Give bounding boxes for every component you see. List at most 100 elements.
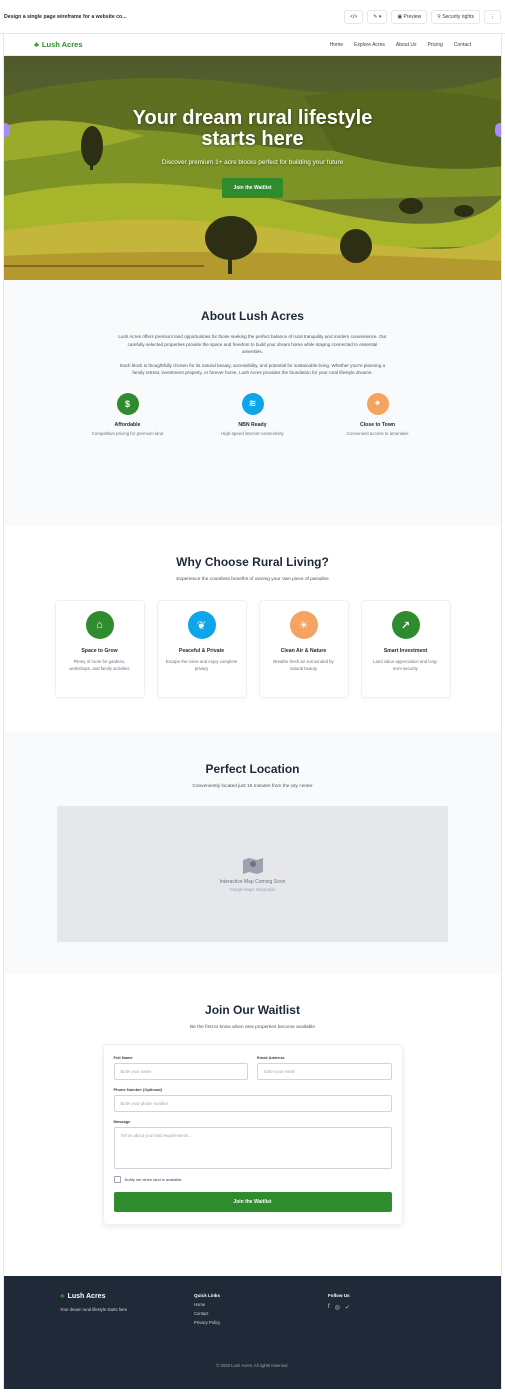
- footer-link-contact[interactable]: Contact: [194, 1311, 328, 1316]
- hero-subtitle: Discover premium 1+ acre blocks perfect …: [161, 159, 344, 166]
- feature-title: NBN Ready: [238, 421, 267, 428]
- waitlist-form: Full Name Enter your name Email Address …: [102, 1044, 403, 1225]
- site-navbar: ♣ Lush Acres Home Explore Acres About Us…: [4, 34, 501, 56]
- feature-close-to-town: ⌖ Close to Town Convenient access to ame…: [318, 392, 438, 436]
- name-input[interactable]: Enter your name: [113, 1063, 248, 1080]
- sun-icon: ☀: [289, 611, 318, 639]
- phone-input[interactable]: Enter your phone number: [113, 1095, 392, 1112]
- nav-link-contact[interactable]: Contact: [454, 42, 471, 48]
- location-pin-icon: ⌖: [366, 392, 389, 415]
- name-label: Full Name: [113, 1055, 133, 1060]
- tree-icon: ♣: [34, 40, 39, 49]
- twitter-icon[interactable]: ✓: [345, 1304, 350, 1311]
- location-title: Perfect Location: [205, 762, 300, 776]
- about-title: About Lush Acres: [201, 309, 304, 323]
- card-title: Peaceful & Private: [178, 648, 225, 654]
- builder-toolbar: Design a single page wireframe for a web…: [0, 0, 505, 34]
- preview-button[interactable]: ▣ Preview: [391, 9, 428, 24]
- hero-title-line1: Your dream rural lifestyle: [132, 107, 373, 129]
- benefit-card-peaceful: ❦ Peaceful & Private Escape the noise an…: [156, 600, 247, 698]
- more-menu-button[interactable]: ⋮: [484, 9, 501, 24]
- nav-link-explore[interactable]: Explore Acres: [354, 42, 385, 48]
- benefit-card-investment: ↗ Smart Investment Land value appreciati…: [360, 600, 451, 698]
- waitlist-title: Join Our Waitlist: [205, 1003, 300, 1017]
- nav-link-about[interactable]: About Us: [396, 42, 417, 48]
- social-links: f ◎ ✓: [328, 1304, 350, 1311]
- map-placeholder: Interactive Map Coming Soon Google Maps …: [57, 806, 448, 942]
- submit-waitlist-button[interactable]: Join the Waitlist: [113, 1192, 392, 1212]
- footer-tagline: Your dream rural lifestyle starts here: [60, 1307, 128, 1312]
- nav-links: Home Explore Acres About Us Pricing Cont…: [330, 42, 471, 48]
- card-desc: Breathe fresh air surrounded by natural …: [273, 659, 334, 671]
- card-desc: Land value appreciation and long-term se…: [373, 659, 438, 671]
- card-title: Clean Air & Nature: [280, 648, 327, 654]
- footer-link-privacy[interactable]: Privacy Policy: [194, 1320, 328, 1325]
- waitlist-section: Join Our Waitlist Be the first to know w…: [4, 974, 501, 1276]
- hero-title: Your dream rural lifestyle starts here: [4, 108, 501, 150]
- about-paragraph-1: Lush Acres offers premium land opportuni…: [118, 334, 387, 354]
- about-section: About Lush Acres Lush Acres offers premi…: [4, 280, 501, 526]
- why-subtitle: Experience the countless benefits of own…: [176, 577, 329, 582]
- hero-content: Your dream rural lifestyle starts here D…: [4, 108, 501, 198]
- map-subtitle: Google Maps Integration: [229, 886, 276, 892]
- dollar-icon: $: [116, 392, 139, 415]
- nav-link-home[interactable]: Home: [330, 42, 343, 48]
- card-title: Smart Investment: [383, 648, 428, 654]
- facebook-icon[interactable]: f: [328, 1304, 330, 1311]
- hero-title-line2: starts here: [201, 128, 304, 150]
- feature-desc: Convenient access to amenities: [346, 430, 409, 436]
- footer-link-home[interactable]: Home: [194, 1302, 328, 1307]
- about-features: $ Affordable Competitive pricing for pre…: [68, 392, 438, 436]
- feature-desc: High-speed internet connectivity: [221, 430, 284, 436]
- message-label: Message: [113, 1119, 131, 1124]
- about-paragraph-2: Each block is thoughtfully chosen for it…: [120, 362, 385, 376]
- feature-affordable: $ Affordable Competitive pricing for pre…: [68, 392, 188, 436]
- location-section: Perfect Location Conveniently located ju…: [4, 732, 501, 974]
- code-button[interactable]: </>: [344, 9, 364, 24]
- quick-links-title: Quick Links: [194, 1293, 221, 1298]
- why-rural-section: Why Choose Rural Living? Experience the …: [4, 526, 501, 732]
- logo-text: Lush Acres: [41, 40, 83, 49]
- waitlist-subtitle: Be the first to know when new properties…: [189, 1025, 316, 1030]
- email-input[interactable]: Enter your email: [257, 1063, 392, 1080]
- preview-frame: ♣ Lush Acres Home Explore Acres About Us…: [3, 34, 502, 1390]
- security-button[interactable]: ⚲ Security rights: [431, 9, 480, 24]
- hero-waitlist-button[interactable]: Join the Waitlist: [222, 178, 283, 198]
- card-title: Space to Grow: [81, 648, 118, 654]
- feature-title: Affordable: [114, 421, 141, 428]
- card-desc: Escape the noise and enjoy complete priv…: [165, 659, 238, 671]
- benefit-card-clean-air: ☀ Clean Air & Nature Breathe fresh air s…: [258, 600, 349, 698]
- feature-title: Close to Town: [359, 421, 396, 428]
- site-footer: ♣ Lush Acres Your dream rural lifestyle …: [4, 1276, 501, 1389]
- location-subtitle: Conveniently located just 15 minutes fro…: [192, 784, 313, 789]
- wifi-icon: ≋: [241, 392, 264, 415]
- benefit-cards: ⌂ Space to Grow Plenty of room for garde…: [4, 600, 501, 698]
- notify-checkbox-label: Notify me when land is available: [124, 1177, 182, 1182]
- feature-nbn: ≋ NBN Ready High-speed internet connecti…: [193, 392, 313, 436]
- leaf-icon: ❦: [187, 611, 216, 639]
- edit-button[interactable]: ✎ ▾: [367, 9, 388, 24]
- chat-title[interactable]: Design a single page wireframe for a web…: [4, 14, 340, 20]
- home-icon: ⌂: [85, 611, 114, 639]
- footer-logo-text: Lush Acres: [67, 1293, 106, 1300]
- card-desc: Plenty of room for gardens, workshops, a…: [69, 659, 130, 671]
- benefit-card-space: ⌂ Space to Grow Plenty of room for garde…: [54, 600, 145, 698]
- feature-desc: Competitive pricing for premium land: [91, 430, 164, 436]
- map-title: Interactive Map Coming Soon: [219, 878, 286, 885]
- trending-up-icon: ↗: [391, 611, 420, 639]
- follow-us-title: Follow Us: [328, 1293, 350, 1298]
- instagram-icon[interactable]: ◎: [335, 1304, 340, 1311]
- notify-checkbox[interactable]: [113, 1176, 121, 1183]
- footer-logo[interactable]: ♣ Lush Acres: [60, 1293, 194, 1300]
- site-logo[interactable]: ♣ Lush Acres: [34, 40, 83, 49]
- hero-section: Your dream rural lifestyle starts here D…: [4, 56, 501, 280]
- notify-checkbox-row[interactable]: Notify me when land is available: [113, 1176, 392, 1183]
- why-title: Why Choose Rural Living?: [176, 555, 329, 569]
- email-label: Email Address: [257, 1055, 285, 1060]
- copyright: © 2025 Lush Acres. All rights reserved.: [216, 1363, 289, 1368]
- message-textarea[interactable]: Tell us about your land requirements...: [113, 1127, 392, 1169]
- nav-link-pricing[interactable]: Pricing: [427, 42, 442, 48]
- map-icon: [242, 857, 263, 874]
- phone-label: Phone Number (Optional): [113, 1087, 162, 1092]
- tree-icon: ♣: [60, 1293, 65, 1300]
